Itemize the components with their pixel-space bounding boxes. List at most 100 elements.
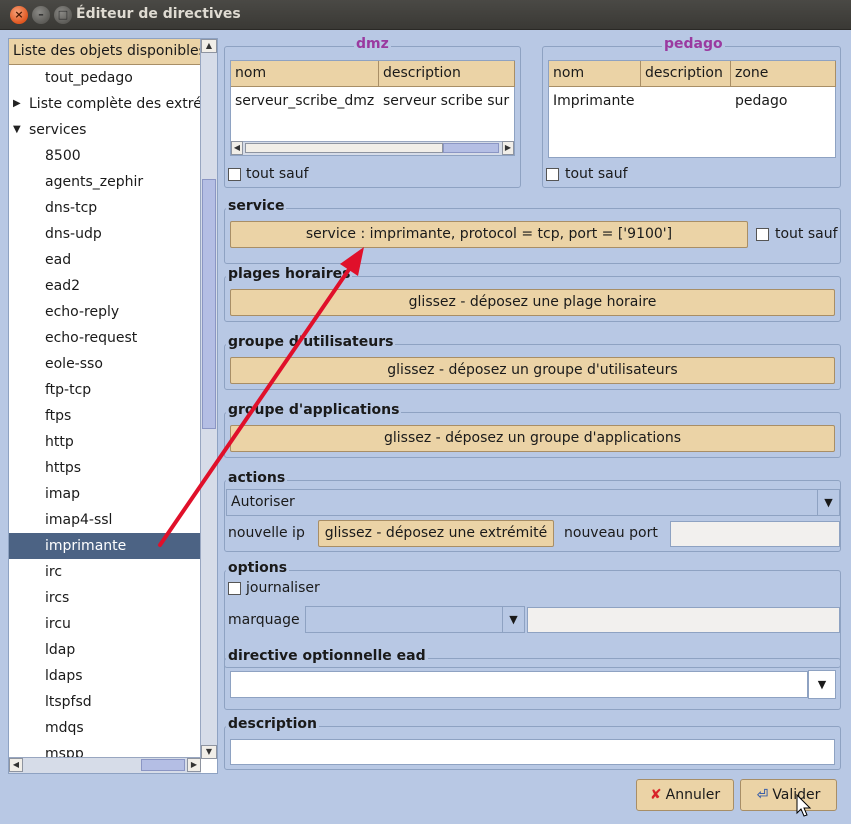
tree-item-ftps[interactable]: ftps: [9, 403, 201, 429]
pedago-cell-zone[interactable]: pedago: [731, 93, 836, 109]
scroll-left-icon[interactable]: ◀: [9, 758, 23, 772]
close-window-icon[interactable]: ×: [10, 6, 28, 24]
dmz-tout-sauf-checkbox[interactable]: [228, 168, 241, 181]
journaliser-checkbox[interactable]: [228, 582, 241, 595]
chevron-down-icon[interactable]: ▼: [817, 490, 839, 515]
tree-item-ltspfsd[interactable]: ltspfsd: [9, 689, 201, 715]
dmz-tout-sauf-label: tout sauf: [246, 166, 309, 182]
tree-item-liste-compl-te-des-extr-mit-s[interactable]: ▶ Liste complète des extrémités: [9, 91, 201, 117]
service-value-button[interactable]: service : imprimante, protocol = tcp, po…: [230, 221, 748, 248]
marquage-select[interactable]: ▼: [305, 606, 525, 633]
maximize-window-icon[interactable]: □: [54, 6, 72, 24]
dmz-scroll-track[interactable]: [245, 143, 443, 153]
tree-item-label: dns-tcp: [45, 200, 98, 216]
dmz-horizontal-scrollbar[interactable]: ◀ ▶: [231, 141, 514, 155]
dmz-scroll-thumb[interactable]: [443, 143, 499, 153]
window-title: Éditeur de directives: [76, 6, 241, 22]
pedago-col-nom[interactable]: nom: [549, 61, 641, 87]
minimize-window-icon[interactable]: –: [32, 6, 50, 24]
tree-horizontal-scrollbar[interactable]: ◀ ▶: [9, 757, 201, 773]
tree-item-imap4-ssl[interactable]: imap4-ssl: [9, 507, 201, 533]
tree-item-label: echo-reply: [45, 304, 120, 320]
tree-item-tout-pedago[interactable]: tout_pedago: [9, 65, 201, 91]
tree-item-ead2[interactable]: ead2: [9, 273, 201, 299]
tree-item-ircu[interactable]: ircu: [9, 611, 201, 637]
tree-item-imprimante[interactable]: imprimante: [9, 533, 201, 559]
chevron-down-icon[interactable]: ▼: [502, 607, 524, 632]
groupe-applications-dropzone[interactable]: glissez - déposez un groupe d'applicatio…: [230, 425, 835, 452]
pedago-col-zone[interactable]: zone: [731, 61, 836, 87]
action-select[interactable]: Autoriser ▼: [226, 489, 840, 516]
scroll-up-icon[interactable]: ▲: [201, 39, 217, 53]
tree-vertical-scrollbar[interactable]: ▲ ▼: [200, 39, 217, 759]
service-title: service: [226, 198, 287, 214]
tree-item-ircs[interactable]: ircs: [9, 585, 201, 611]
pedago-tout-sauf-checkbox[interactable]: [546, 168, 559, 181]
pedago-cell-nom[interactable]: Imprimante: [549, 93, 641, 109]
annuler-button[interactable]: ✘ Annuler: [636, 779, 734, 811]
chevron-down-icon[interactable]: ▼: [809, 671, 835, 698]
collapsed-triangle-icon[interactable]: ▶: [13, 91, 21, 117]
tree-item-echo-request[interactable]: echo-request: [9, 325, 201, 351]
nouveau-port-input[interactable]: [670, 521, 840, 547]
ead-directive-dropdown[interactable]: ▼: [808, 670, 836, 699]
tree-item-8500[interactable]: 8500: [9, 143, 201, 169]
tree-item-services[interactable]: ▼ services: [9, 117, 201, 143]
dmz-col-description[interactable]: description: [379, 61, 515, 87]
plage-horaire-dropzone[interactable]: glissez - déposez une plage horaire: [230, 289, 835, 316]
dmz-col-nom[interactable]: nom: [231, 61, 379, 87]
tree-item-imap[interactable]: imap: [9, 481, 201, 507]
groupe-utilisateurs-title: groupe d'utilisateurs: [226, 334, 396, 350]
tree-item-eole-sso[interactable]: eole-sso: [9, 351, 201, 377]
tree-item-echo-reply[interactable]: echo-reply: [9, 299, 201, 325]
scroll-down-icon[interactable]: ▼: [201, 745, 217, 759]
tree-item-label: dns-udp: [45, 226, 102, 242]
tree-item-label: ldap: [45, 642, 76, 658]
extremite-dropzone[interactable]: glissez - déposez une extrémité: [318, 520, 554, 547]
groupe-utilisateurs-dropzone[interactable]: glissez - déposez un groupe d'utilisateu…: [230, 357, 835, 384]
pedago-title: pedago: [662, 36, 725, 52]
groupe-applications-title: groupe d'applications: [226, 402, 402, 418]
tree-item-label: echo-request: [45, 330, 138, 346]
description-title: description: [226, 716, 319, 732]
dmz-cell-description[interactable]: serveur scribe sur: [379, 93, 515, 109]
tree-item-dns-tcp[interactable]: dns-tcp: [9, 195, 201, 221]
tree-vertical-scroll-thumb[interactable]: [202, 179, 216, 429]
tree-item-https[interactable]: https: [9, 455, 201, 481]
objects-tree[interactable]: Liste des objets disponibles tout_pedago…: [8, 38, 218, 774]
tree-item-ftp-tcp[interactable]: ftp-tcp: [9, 377, 201, 403]
objects-tree-list[interactable]: tout_pedago ▶ Liste complète des extrémité…: [9, 65, 201, 759]
tree-item-ead[interactable]: ead: [9, 247, 201, 273]
objects-tree-header[interactable]: Liste des objets disponibles: [9, 39, 201, 65]
tree-item-http[interactable]: http: [9, 429, 201, 455]
tree-item-label: Liste complète des extrémités: [29, 96, 201, 112]
tree-item-ldap[interactable]: ldap: [9, 637, 201, 663]
tree-item-ldaps[interactable]: ldaps: [9, 663, 201, 689]
tree-item-dns-udp[interactable]: dns-udp: [9, 221, 201, 247]
scroll-right-icon[interactable]: ▶: [187, 758, 201, 772]
marquage-input[interactable]: [527, 607, 840, 633]
nouvelle-ip-label: nouvelle ip: [228, 525, 305, 541]
pedago-col-description[interactable]: description: [641, 61, 731, 87]
pedago-tout-sauf-label: tout sauf: [565, 166, 628, 182]
scroll-right-icon[interactable]: ▶: [502, 141, 514, 155]
ead-directive-input[interactable]: [230, 671, 808, 698]
tree-item-label: imap: [45, 486, 80, 502]
valider-button[interactable]: ⏎ Valider: [740, 779, 837, 811]
service-tout-sauf-checkbox[interactable]: [756, 228, 769, 241]
tree-item-mdqs[interactable]: mdqs: [9, 715, 201, 741]
tree-item-irc[interactable]: irc: [9, 559, 201, 585]
mouse-cursor-icon: [796, 794, 812, 817]
pedago-table[interactable]: nom description zone Imprimante pedago: [548, 60, 836, 158]
description-input[interactable]: [230, 739, 835, 765]
tree-item-agents-zephir[interactable]: agents_zephir: [9, 169, 201, 195]
nouveau-port-label: nouveau port: [564, 525, 658, 541]
expanded-triangle-icon[interactable]: ▼: [13, 117, 21, 143]
enter-icon: ⏎: [756, 787, 769, 803]
scroll-left-icon[interactable]: ◀: [231, 141, 243, 155]
tree-item-label: imprimante: [45, 538, 127, 554]
dmz-cell-nom[interactable]: serveur_scribe_dmz: [231, 93, 379, 109]
tree-item-label: ead2: [45, 278, 80, 294]
dmz-table[interactable]: nom description serveur_scribe_dmz serve…: [230, 60, 515, 156]
tree-horizontal-scroll-thumb[interactable]: [141, 759, 185, 771]
